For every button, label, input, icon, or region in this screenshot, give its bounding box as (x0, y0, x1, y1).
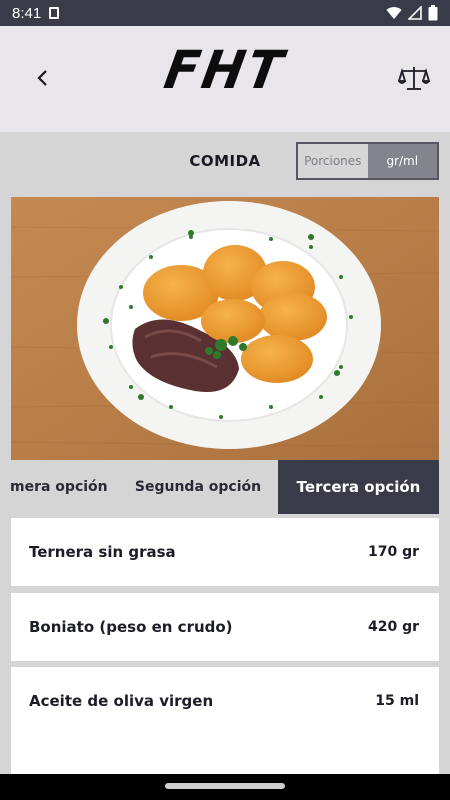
option-tabs: mera opción Segunda opción Tercera opció… (0, 460, 450, 514)
unit-option-porciones[interactable]: Porciones (298, 144, 368, 178)
section-title: COMIDA (189, 152, 261, 170)
home-gesture-pill[interactable] (165, 783, 285, 789)
status-time: 8:41 (12, 4, 42, 22)
ingredient-name: Aceite de oliva virgen (29, 692, 214, 710)
ingredient-row-partial (11, 735, 439, 775)
status-bar: 8:41 (0, 0, 450, 26)
ingredient-row[interactable]: Ternera sin grasa 170 gr (11, 518, 439, 586)
ingredient-row[interactable]: Boniato (peso en crudo) 420 gr (11, 593, 439, 661)
navigation-bar (0, 774, 450, 800)
meal-photo-image (11, 197, 439, 460)
app-logo: FHT (160, 39, 290, 101)
ingredient-name: Boniato (peso en crudo) (29, 618, 233, 636)
wifi-icon (386, 7, 402, 20)
ingredient-amount: 15 ml (375, 693, 419, 709)
ingredient-row[interactable]: Aceite de oliva virgen 15 ml (11, 667, 439, 735)
unit-option-grml[interactable]: gr/ml (367, 144, 437, 178)
sd-card-icon (49, 7, 60, 19)
ingredient-amount: 170 gr (367, 544, 419, 560)
tab-tercera-opcion[interactable]: Tercera opción (278, 460, 439, 514)
ingredient-name: Ternera sin grasa (29, 543, 176, 561)
scale-button[interactable] (397, 64, 431, 94)
back-button[interactable] (28, 64, 56, 92)
signal-icon (408, 6, 422, 20)
meal-photo (11, 197, 439, 460)
app-header: FHT (0, 26, 450, 132)
ingredient-amount: 420 gr (367, 619, 419, 635)
unit-toggle[interactable]: Porciones gr/ml (296, 142, 439, 180)
tab-segunda-opcion[interactable]: Segunda opción (128, 460, 268, 514)
chevron-left-icon (37, 70, 47, 86)
tab-primera-opcion[interactable]: mera opción (0, 460, 112, 514)
balance-scale-icon (397, 67, 431, 90)
battery-icon (428, 5, 438, 21)
